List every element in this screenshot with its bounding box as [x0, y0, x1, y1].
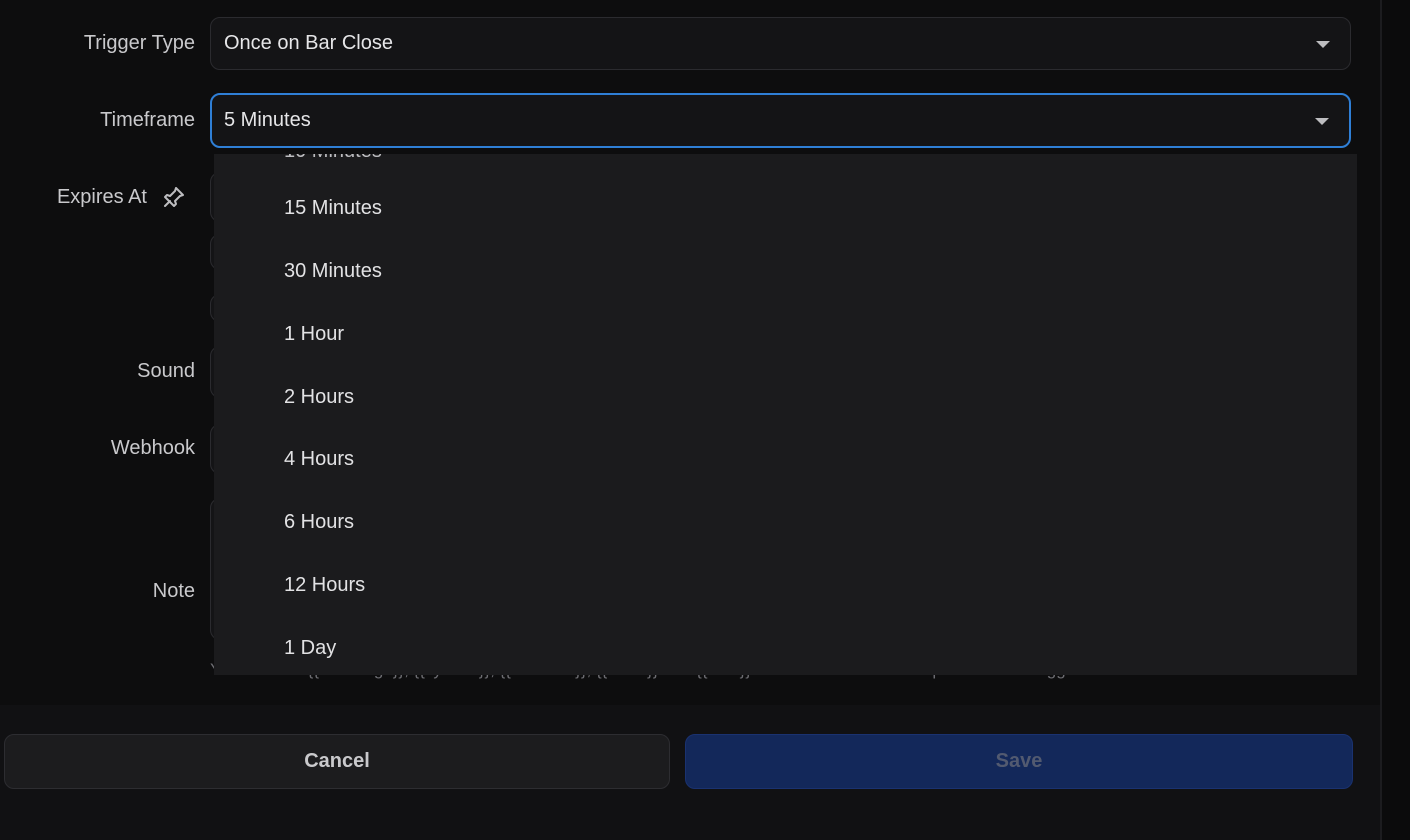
trigger-type-label: Trigger Type	[83, 32, 195, 54]
dropdown-option[interactable]: 2 Hours	[284, 386, 354, 409]
dropdown-option-partial[interactable]: 10 Minutes	[284, 154, 382, 163]
dropdown-option[interactable]: 6 Hours	[284, 511, 354, 534]
timeframe-value: 5 Minutes	[224, 109, 311, 131]
note-label: Note	[152, 580, 195, 602]
dropdown-option[interactable]: 12 Hours	[284, 574, 365, 597]
save-button[interactable]: Save	[685, 734, 1353, 789]
sound-label: Sound	[137, 360, 195, 382]
dropdown-option[interactable]: 15 Minutes	[284, 197, 382, 220]
dropdown-option[interactable]: 1 Day	[284, 637, 336, 660]
dropdown-option[interactable]: 4 Hours	[284, 448, 354, 471]
dropdown-option[interactable]: 30 Minutes	[284, 260, 382, 283]
caret-down-icon	[1316, 40, 1330, 48]
timeframe-select[interactable]: 5 Minutes	[210, 93, 1351, 148]
trigger-type-value: Once on Bar Close	[224, 32, 393, 54]
cancel-button[interactable]: Cancel	[4, 734, 670, 789]
caret-down-icon	[1315, 117, 1329, 125]
timeframe-label: Timeframe	[100, 109, 195, 131]
webhook-label: Webhook	[110, 437, 195, 459]
trigger-type-select[interactable]: Once on Bar Close	[210, 17, 1351, 70]
timeframe-dropdown-list[interactable]: 10 Minutes 15 Minutes 30 Minutes 1 Hour …	[214, 154, 1357, 675]
expires-at-label: Expires At	[56, 186, 147, 208]
pin-icon[interactable]	[162, 185, 186, 209]
dropdown-option[interactable]: 1 Hour	[284, 323, 344, 346]
right-gutter	[1380, 0, 1382, 840]
